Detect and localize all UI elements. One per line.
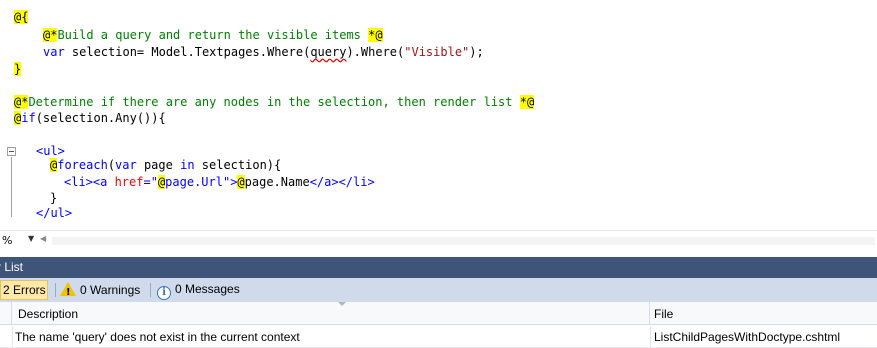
warnings-filter-label: 0 Warnings [80, 283, 141, 297]
errors-filter-button[interactable]: 2 Errors [0, 280, 48, 300]
table-header: Description File [0, 302, 877, 325]
code-line-6: @*Determine if there are any nodes in th… [14, 95, 535, 109]
column-header-icon[interactable] [0, 302, 12, 325]
code-line-10: @foreach(var page in selection){ [50, 158, 282, 172]
code-line-3: var selection= Model.Textpages.Where(que… [43, 45, 484, 59]
code-line-12: } [50, 191, 58, 205]
collapse-toggle-icon[interactable] [7, 147, 16, 156]
code-line-1: @{ [14, 10, 29, 24]
query-error-squiggle: query [310, 45, 347, 59]
error-list-toolbar: 2 Errors 0 Warnings i 0 Messages [0, 278, 877, 302]
column-header-file[interactable]: File [650, 302, 877, 325]
code-line-2: @*Build a query and return the visible i… [43, 27, 383, 43]
cell-divider [12, 326, 13, 348]
errors-filter-label: 2 Errors [3, 283, 46, 297]
zoom-level[interactable]: % [2, 234, 12, 247]
info-icon: i [157, 286, 171, 300]
messages-filter-button[interactable]: i 0 Messages [157, 280, 240, 300]
warnings-filter-button[interactable]: 0 Warnings [60, 280, 141, 302]
error-list-title-bar: r List [0, 257, 877, 278]
toolbar-divider [55, 283, 56, 297]
code-editor[interactable]: @{ @*Build a query and return the visibl… [0, 0, 877, 230]
warning-icon [60, 282, 76, 302]
code-line-13: </ul> [36, 206, 73, 220]
error-file: ListChildPagesWithDoctype.cshtml [654, 330, 841, 344]
code-line-11: <li><a href="@page.Url">@page.Name</a></… [64, 175, 375, 189]
error-list-table: Description File The name 'query' does n… [0, 302, 877, 348]
table-row[interactable]: The name 'query' does not exist in the c… [0, 326, 877, 348]
zoom-dropdown-icon[interactable]: ▼ [28, 234, 34, 243]
column-header-description[interactable]: Description [12, 302, 650, 325]
panel-title: r List [0, 260, 24, 274]
code-line-7: @if(selection.Any()){ [14, 111, 166, 125]
outline-guide [11, 157, 12, 217]
toolbar-divider [150, 283, 151, 297]
scroll-left-icon[interactable]: ◀ [40, 234, 46, 243]
editor-bottom-strip: % ▼ ◀ [0, 230, 877, 249]
error-description: The name 'query' does not exist in the c… [15, 330, 300, 344]
horizontal-scrollbar[interactable] [52, 237, 875, 245]
code-line-4: } [14, 62, 22, 76]
sort-indicator-icon [338, 302, 346, 306]
messages-filter-label: 0 Messages [175, 282, 240, 296]
razor-comment: @*Build a query and return the visible i… [43, 28, 383, 42]
